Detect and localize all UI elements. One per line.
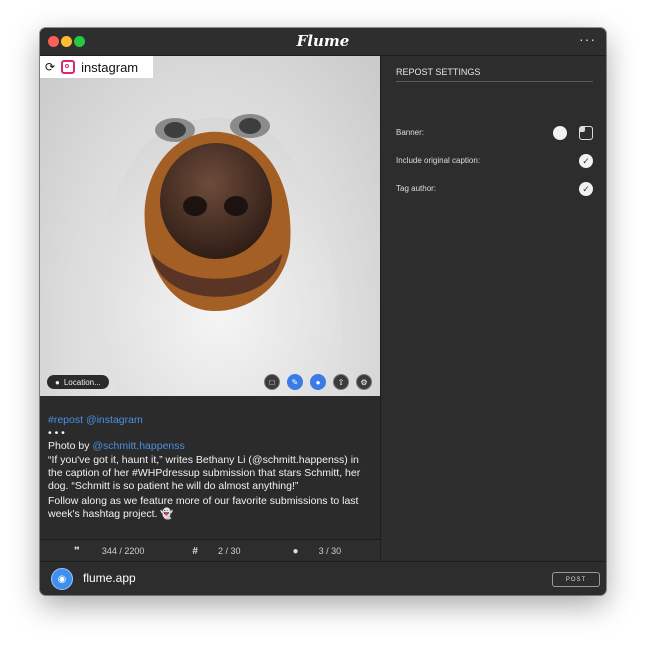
tag-author-label: Tag author: <box>396 184 437 193</box>
post-button[interactable]: POST <box>552 572 600 587</box>
banner-position-icon[interactable] <box>579 126 593 140</box>
include-caption-label: Include original caption: <box>396 156 481 165</box>
more-menu-button[interactable]: ··· <box>579 31 596 47</box>
caption-line-photo-credit: Photo by @schmitt.happenss <box>48 440 372 453</box>
caption-line-follow: Follow along as we feature more of our f… <box>48 495 359 521</box>
photo-credit-handle: @schmitt.happenss <box>92 440 185 453</box>
include-caption-row: Include original caption: ✓ <box>396 154 593 168</box>
location-pin-icon: ● <box>55 377 60 387</box>
tag-author-row: Tag author: ✓ <box>396 182 593 196</box>
settings-divider <box>396 81 593 82</box>
bottom-bar: ◉ flume.app POST <box>40 561 606 595</box>
repost-photo: ⟳ instagram ● Location... □ ✎ ● ⇧ ⚙ <box>40 56 380 396</box>
caption-editor[interactable]: #repost @instagram • • • Photo by @schmi… <box>40 396 380 539</box>
app-window: Flume ··· ⟳ instagram ● Location... □ ✎ … <box>40 28 606 595</box>
photo-tools: □ ✎ ● ⇧ ⚙ <box>264 374 372 390</box>
banner-label: Banner: <box>396 128 425 137</box>
site-domain: flume.app <box>83 571 136 585</box>
crop-tool-button[interactable]: □ <box>264 374 280 390</box>
person-icon: ● <box>315 377 321 387</box>
hashtag-count: 2 / 30 <box>217 546 241 556</box>
account-handle: instagram <box>81 59 139 75</box>
hashtag-stat: # 2 / 30 <box>192 546 240 557</box>
photo-credit-prefix: Photo by <box>48 440 93 453</box>
caption-stat: ❞ 344 / 2200 <box>74 546 144 557</box>
banner-setting-row: Banner: <box>396 126 593 140</box>
account-pill[interactable]: ⟳ instagram <box>40 56 153 78</box>
repost-cycle-icon: ⟳ <box>45 60 56 74</box>
mention-count: 3 / 30 <box>318 546 342 556</box>
tag-author-toggle[interactable]: ✓ <box>579 182 593 196</box>
crop-icon: □ <box>269 377 275 387</box>
location-button[interactable]: ● Location... <box>47 375 109 389</box>
include-caption-toggle[interactable]: ✓ <box>579 154 593 168</box>
brush-icon: ✎ <box>291 377 299 387</box>
share-icon: ⇧ <box>337 377 345 387</box>
edit-tool-button[interactable]: ✎ <box>287 374 303 390</box>
caption-line-repost: #repost @instagram <box>48 414 143 426</box>
caption-line-dots: • • • <box>48 427 65 440</box>
camera-button[interactable]: ◉ <box>51 568 73 590</box>
checkmark-icon: ✓ <box>582 183 590 194</box>
mention-stat: ● 3 / 30 <box>293 546 342 557</box>
hashtag-icon: # <box>192 545 198 557</box>
banner-color-swatch[interactable] <box>553 126 567 140</box>
checkmark-icon: ✓ <box>582 155 590 166</box>
caption-stats: ❞ 344 / 2200 # 2 / 30 ● 3 / 30 <box>40 539 380 562</box>
tag-people-button[interactable]: ● <box>310 374 326 390</box>
app-title: Flume <box>296 32 350 50</box>
repost-settings-panel: REPOST SETTINGS Banner: Include original… <box>380 56 606 561</box>
instagram-icon <box>61 60 76 74</box>
post-editor: ⟳ instagram ● Location... □ ✎ ● ⇧ ⚙ #rep… <box>40 56 380 562</box>
caption-count: 344 / 2200 <box>101 546 145 556</box>
camera-icon: ◉ <box>57 573 67 585</box>
titlebar: Flume ··· <box>40 28 606 56</box>
quote-icon: ❞ <box>74 545 80 557</box>
location-label: Location... <box>63 377 101 387</box>
settings-button[interactable]: ⚙ <box>356 374 372 390</box>
settings-title: REPOST SETTINGS <box>396 67 481 77</box>
ghost-dog-illustration <box>96 114 343 396</box>
person-icon: ● <box>292 545 299 557</box>
caption-line-body: “If you've got it, haunt it,” writes Bet… <box>48 453 361 493</box>
share-button[interactable]: ⇧ <box>333 374 349 390</box>
gear-icon: ⚙ <box>360 377 368 387</box>
